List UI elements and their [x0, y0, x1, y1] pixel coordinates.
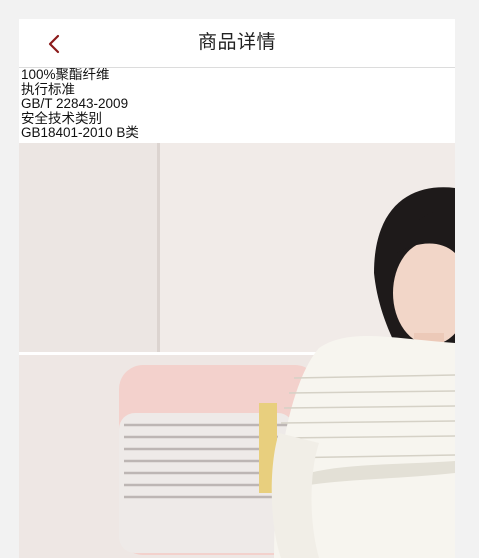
- product-photo-image: [19, 143, 455, 558]
- spec-standard-label: 执行标准: [21, 81, 75, 97]
- product-specs: 100%聚酯纤维 执行标准 GB/T 22843-2009 安全技术类别 GB1…: [19, 67, 455, 143]
- spec-safety-value: GB18401-2010 B类: [21, 125, 139, 141]
- product-photo: [19, 143, 455, 558]
- phone-screen: 商品详情 100%聚酯纤维 执行标准 GB/T 22843-2009 安全技术类…: [19, 19, 455, 558]
- spec-standard-value: GB/T 22843-2009: [21, 96, 129, 112]
- page-title: 商品详情: [197, 32, 276, 53]
- spec-safety-label: 安全技术类别: [21, 110, 102, 126]
- spec-material: 100%聚酯纤维: [21, 67, 110, 82]
- top-navigation-bar: 商品详情: [19, 19, 455, 68]
